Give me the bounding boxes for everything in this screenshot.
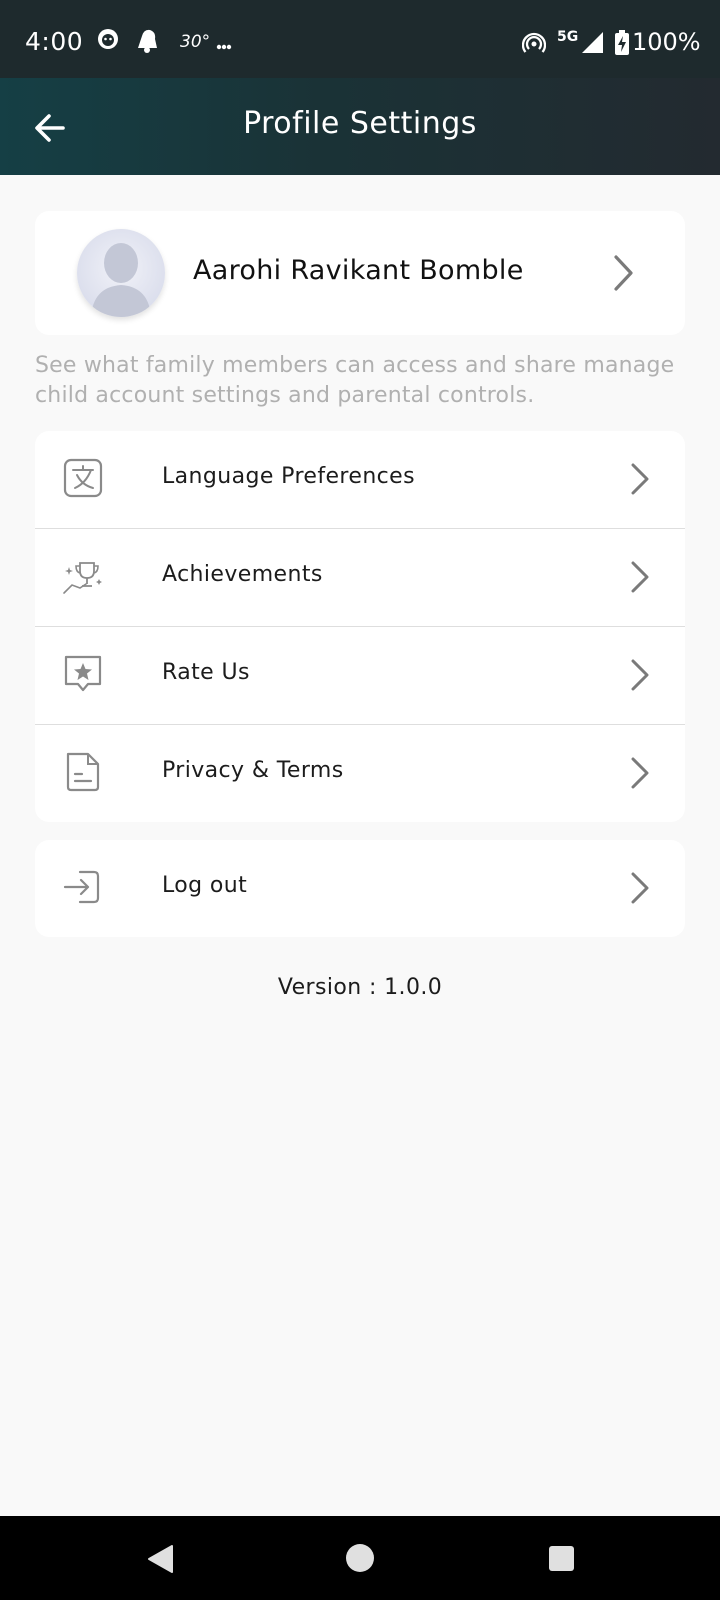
chevron-right-icon [627, 753, 653, 793]
system-nav-bar [0, 1516, 720, 1600]
hotspot-icon [521, 32, 547, 58]
logout-card: Log out [35, 840, 685, 937]
battery-percent: 100% [632, 28, 701, 56]
logout-label: Log out [162, 873, 248, 898]
more-notifications-icon [216, 36, 232, 55]
nav-back-icon[interactable] [146, 1544, 174, 1578]
app-version: Version : 1.0.0 [277, 975, 443, 1000]
menu-item-label: Rate Us [162, 660, 250, 685]
signal-icon [580, 30, 604, 58]
settings-menu: Language Preferences Achievements Rate U… [35, 431, 685, 822]
chevron-right-icon [627, 459, 653, 499]
battery-icon [614, 30, 630, 60]
star-review-icon [62, 653, 104, 695]
avatar-silhouette-icon [91, 243, 151, 317]
nav-home-icon[interactable] [345, 1543, 375, 1577]
chevron-right-icon [610, 253, 636, 293]
language-icon [62, 457, 104, 499]
menu-item-label: Privacy & Terms [162, 758, 344, 783]
app-bar: Profile Settings [0, 78, 720, 175]
menu-item-label: Achievements [162, 562, 323, 587]
nav-recents-icon[interactable] [548, 1545, 575, 1576]
notification-app-icon [96, 26, 120, 54]
account-description: See what family members can access and s… [35, 353, 675, 408]
chevron-right-icon [627, 868, 653, 908]
page-title: Profile Settings [243, 106, 477, 141]
status-time: 4:00 [25, 27, 84, 56]
status-temperature: 30° [180, 32, 211, 52]
menu-item-rate-us[interactable]: Rate Us [35, 627, 685, 724]
trophy-icon [62, 555, 104, 597]
menu-item-achievements[interactable]: Achievements [35, 529, 685, 626]
chevron-right-icon [627, 655, 653, 695]
avatar [77, 229, 165, 317]
document-icon [62, 751, 104, 793]
logout-icon [62, 866, 104, 908]
menu-item-language-preferences[interactable]: Language Preferences [35, 431, 685, 528]
menu-item-privacy-terms[interactable]: Privacy & Terms [35, 725, 685, 822]
notification-bell-icon [134, 26, 160, 58]
status-bar: 4:00 30° 5G 100% [0, 0, 720, 78]
chevron-right-icon [627, 557, 653, 597]
profile-card[interactable]: Aarohi Ravikant Bomble [35, 211, 685, 335]
network-type: 5G [557, 29, 579, 45]
profile-name: Aarohi Ravikant Bomble [193, 255, 524, 286]
logout-button[interactable]: Log out [35, 840, 685, 937]
menu-item-label: Language Preferences [162, 464, 415, 489]
